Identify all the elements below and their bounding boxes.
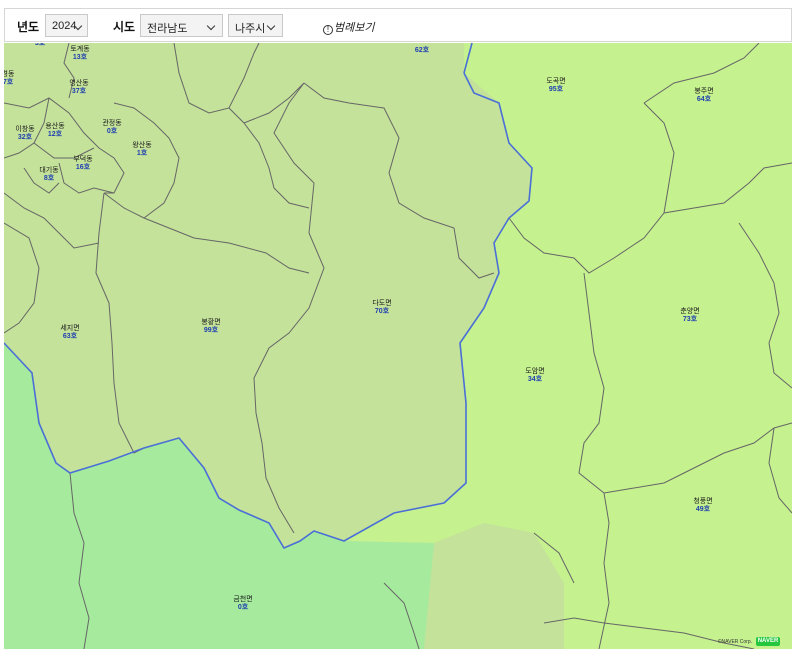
partial-region-count: 3호: [34, 43, 46, 47]
partial-region-count: 62호: [414, 47, 430, 54]
legend-button-label: 범례보기: [334, 22, 375, 34]
sigungu-select[interactable]: 나주시: [228, 14, 283, 37]
region-label[interactable]: 도곡면 95호: [546, 78, 565, 94]
sido-select[interactable]: 전라남도: [140, 14, 223, 37]
region-label[interactable]: 관정동 0호: [102, 120, 121, 136]
chevron-down-icon: [206, 21, 216, 31]
sido-select-value: 전라남도: [147, 23, 188, 35]
sigungu-select-value: 나주시: [235, 23, 266, 35]
region-label[interactable]: 용산동 12호: [45, 123, 64, 139]
region-label[interactable]: 금천면 0호: [233, 596, 252, 612]
region-label[interactable]: 다도면 70호: [372, 300, 391, 316]
year-select[interactable]: 2024: [45, 14, 88, 37]
region-label[interactable]: 대기동 8호: [39, 167, 58, 183]
naver-logo[interactable]: NAVER: [756, 637, 780, 646]
sido-label: 시도: [113, 20, 136, 34]
region-label[interactable]: 봉주면 64호: [694, 88, 713, 104]
filter-toolbar: 년도 2024 시도 전라남도 나주시 ! 범례보기: [4, 8, 792, 42]
region-label[interactable]: 세지면 63호: [60, 325, 79, 341]
region-label[interactable]: 춘양면 73호: [680, 308, 699, 324]
region-label[interactable]: 봉황면 99호: [201, 319, 220, 335]
region-label[interactable]: 이창동 32호: [15, 126, 34, 142]
region-label[interactable]: 토계동 13호: [70, 46, 89, 62]
region-label[interactable]: 부덕동 16호: [73, 156, 92, 172]
region-label[interactable]: 청풍면 49호: [693, 498, 712, 514]
region-label[interactable]: 영산동 37호: [69, 80, 88, 96]
info-icon: !: [323, 25, 333, 35]
map-attribution: ©NAVER Corp.: [717, 639, 752, 645]
region-label[interactable]: 도암면 34호: [525, 368, 544, 384]
map-canvas: [4, 43, 792, 649]
region-label[interactable]: 경동 7호: [4, 71, 14, 87]
year-label: 년도: [17, 20, 40, 34]
chevron-down-icon: [266, 21, 276, 31]
choropleth-map[interactable]: 토계동 13호 경동 7호 영산동 37호 관정동 0호 이창동 32호 용산동 12호 왕…: [4, 43, 792, 649]
legend-button[interactable]: ! 범례보기: [323, 19, 374, 35]
region-label[interactable]: 왕산동 1호: [132, 142, 151, 158]
